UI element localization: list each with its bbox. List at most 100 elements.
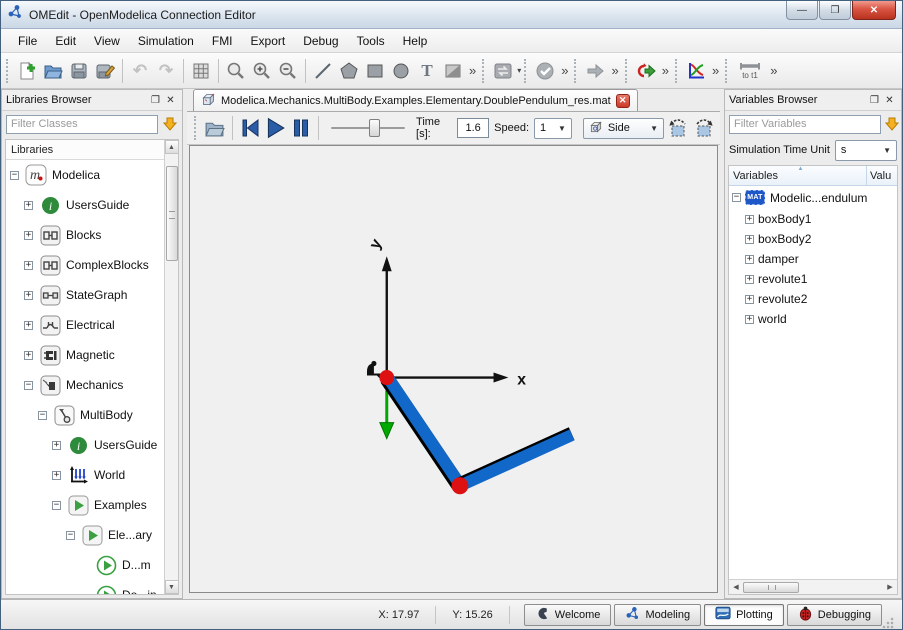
libraries-vertical-scrollbar[interactable]: ▲ ▼	[164, 140, 178, 594]
tree-item-blocks[interactable]: + Blocks	[6, 220, 178, 250]
polygon-tool-icon[interactable]	[336, 58, 362, 84]
connect-mode-dropdown-icon[interactable]: ▾	[517, 66, 521, 75]
toolbar-drag-handle[interactable]	[725, 59, 730, 83]
variables-root-item[interactable]: − MAT Modelic...endulum	[729, 186, 897, 209]
open-file-icon[interactable]	[40, 58, 66, 84]
grid-icon[interactable]	[188, 58, 214, 84]
minimize-button[interactable]: —	[786, 1, 818, 20]
toolbar-drag-handle[interactable]	[574, 59, 579, 83]
scroll-right-icon[interactable]: ▶	[883, 580, 897, 594]
menu-fmi[interactable]: FMI	[203, 31, 242, 51]
text-tool-icon[interactable]: T	[414, 58, 440, 84]
collapse-icon[interactable]: −	[66, 531, 75, 540]
maximize-button[interactable]: ❐	[819, 1, 851, 20]
expand-icon[interactable]: +	[745, 255, 754, 264]
tree-item-electrical[interactable]: + Electrical	[6, 310, 178, 340]
time-input[interactable]	[457, 118, 489, 138]
new-file-icon[interactable]	[14, 58, 40, 84]
speed-combobox[interactable]: 1 ▼	[534, 118, 572, 139]
close-panel-icon[interactable]: ✕	[882, 93, 897, 107]
zoom-in-icon[interactable]	[249, 58, 275, 84]
new-plot-window-icon[interactable]	[683, 58, 709, 84]
redo-icon[interactable]: ↷	[153, 58, 179, 84]
pause-icon[interactable]	[289, 115, 311, 141]
expand-icon[interactable]: +	[24, 201, 33, 210]
plotting-perspective-button[interactable]: Plotting	[704, 604, 784, 626]
variable-item-revolute2[interactable]: + revolute2	[729, 289, 897, 309]
tab-close-icon[interactable]: ✕	[616, 94, 630, 108]
skip-to-start-icon[interactable]	[239, 115, 261, 141]
filter-variables-input[interactable]	[729, 115, 881, 134]
expand-icon[interactable]: +	[52, 471, 61, 480]
resimulate-overflow-icon[interactable]: »	[659, 63, 672, 78]
debugging-perspective-button[interactable]: Debugging	[787, 604, 882, 626]
filter-classes-input[interactable]	[6, 115, 158, 134]
expand-icon[interactable]: +	[24, 351, 33, 360]
menu-debug[interactable]: Debug	[294, 31, 347, 51]
variable-item-damper[interactable]: + damper	[729, 249, 897, 269]
save-icon[interactable]	[66, 58, 92, 84]
float-panel-icon[interactable]: ❐	[148, 93, 163, 107]
column-variables[interactable]: ▲Variables	[729, 166, 867, 185]
welcome-perspective-button[interactable]: Welcome	[524, 604, 612, 626]
float-panel-icon[interactable]: ❐	[867, 93, 882, 107]
time-unit-combobox[interactable]: s ▼	[835, 140, 897, 161]
expand-icon[interactable]: +	[745, 295, 754, 304]
slider-handle[interactable]	[369, 119, 380, 137]
variable-item-boxbody1[interactable]: + boxBody1	[729, 209, 897, 229]
check-overflow-icon[interactable]: »	[558, 63, 571, 78]
view-combobox[interactable]: Side ▼	[583, 118, 664, 139]
expand-icon[interactable]: +	[52, 441, 61, 450]
open-result-icon[interactable]	[204, 115, 226, 141]
expand-icon[interactable]: +	[745, 235, 754, 244]
animation-slider[interactable]	[331, 117, 405, 139]
rotate-cw-icon[interactable]	[692, 115, 716, 141]
collapse-icon[interactable]: −	[10, 171, 19, 180]
shapes-overflow-icon[interactable]: »	[466, 63, 479, 78]
rectangle-tool-icon[interactable]	[362, 58, 388, 84]
close-button[interactable]: ✕	[852, 1, 896, 20]
expand-filter-icon[interactable]	[162, 115, 178, 133]
toolbar-drag-handle[interactable]	[625, 59, 630, 83]
zoom-out-icon[interactable]	[275, 58, 301, 84]
simtime-overflow-icon[interactable]: »	[767, 63, 780, 78]
tree-item-usersguide-multibody[interactable]: + i UsersGuide	[6, 430, 178, 460]
menu-view[interactable]: View	[85, 31, 129, 51]
menu-help[interactable]: Help	[394, 31, 437, 51]
tree-item-usersguide[interactable]: + i UsersGuide	[6, 190, 178, 220]
3d-viewport[interactable]: y x	[189, 145, 718, 593]
expand-filter-icon[interactable]	[885, 115, 899, 133]
collapse-icon[interactable]: −	[52, 501, 61, 510]
tree-item-doublependuluminit[interactable]: Do...in	[6, 580, 178, 594]
bitmap-tool-icon[interactable]	[440, 58, 466, 84]
simulate-icon[interactable]	[582, 58, 608, 84]
toolbar-drag-handle[interactable]	[6, 59, 11, 83]
close-panel-icon[interactable]: ✕	[163, 93, 178, 107]
tree-item-mechanics[interactable]: − Mechanics	[6, 370, 178, 400]
menu-tools[interactable]: Tools	[348, 31, 394, 51]
undo-icon[interactable]: ↶	[127, 58, 153, 84]
tree-item-magnetic[interactable]: + Magnetic	[6, 340, 178, 370]
rotate-ccw-icon[interactable]	[666, 115, 690, 141]
toolbar-drag-handle[interactable]	[524, 59, 529, 83]
tree-item-doublependulum[interactable]: D...m	[6, 550, 178, 580]
plot-overflow-icon[interactable]: »	[709, 63, 722, 78]
tree-item-elementary[interactable]: − Ele...ary	[6, 520, 178, 550]
tree-item-complexblocks[interactable]: + ComplexBlocks	[6, 250, 178, 280]
variable-item-boxbody2[interactable]: + boxBody2	[729, 229, 897, 249]
simulation-time-icon[interactable]: to t1	[733, 58, 767, 84]
collapse-icon[interactable]: −	[24, 381, 33, 390]
tree-item-world[interactable]: + World	[6, 460, 178, 490]
simulate-overflow-icon[interactable]: »	[608, 63, 621, 78]
expand-icon[interactable]: +	[745, 215, 754, 224]
resize-grip[interactable]	[882, 617, 894, 629]
re-simulate-icon[interactable]	[633, 58, 659, 84]
scrollbar-thumb[interactable]	[743, 582, 799, 593]
expand-icon[interactable]: +	[24, 291, 33, 300]
tree-item-examples[interactable]: − Examples	[6, 490, 178, 520]
tree-item-modelica[interactable]: − m Modelica	[6, 160, 178, 190]
scrollbar-thumb[interactable]	[166, 166, 178, 261]
expand-icon[interactable]: +	[24, 261, 33, 270]
ellipse-tool-icon[interactable]	[388, 58, 414, 84]
expand-icon[interactable]: +	[745, 315, 754, 324]
